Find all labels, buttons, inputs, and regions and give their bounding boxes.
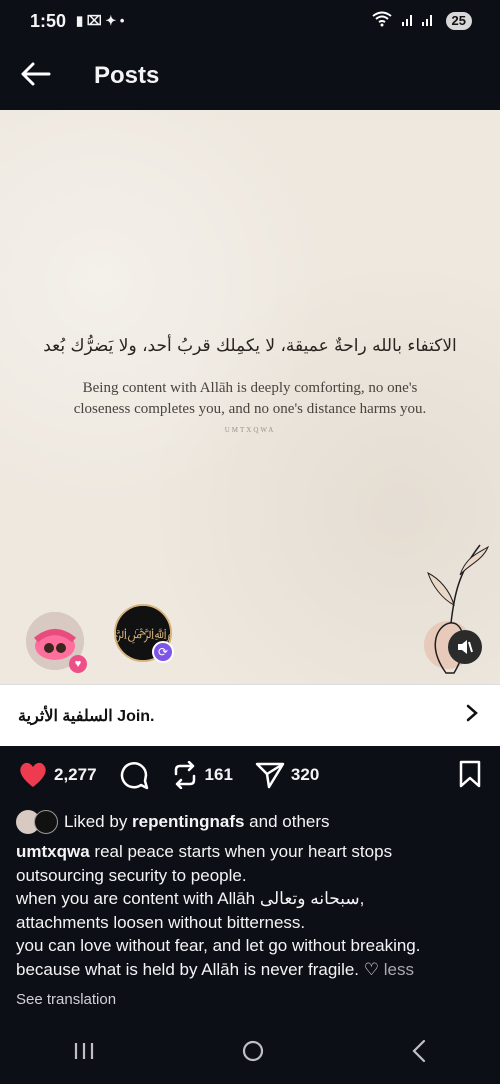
caption-line: when you are content with Allāh سبحانه و… — [16, 889, 365, 908]
comment-icon — [120, 762, 148, 790]
status-bar: 1:50 ▮ ⌧ ✦ • 25 — [0, 0, 500, 42]
liked-suffix: and others — [244, 812, 330, 831]
liked-by-row[interactable]: Liked by repentingnafs and others — [16, 808, 486, 836]
heart-badge-icon: ♥ — [69, 655, 87, 673]
home-icon[interactable] — [241, 1039, 265, 1068]
arabic-quote: الاكتفاء بالله راحةٌ عميقة، لا يكمِلك قر… — [43, 336, 457, 356]
send-icon — [255, 762, 285, 789]
caption-username[interactable]: umtxqwa — [16, 842, 90, 861]
repost-icon — [174, 761, 195, 789]
vase-illustration — [424, 544, 490, 674]
quote-line: Being content with Allāh is deeply comfo… — [82, 380, 418, 396]
liked-avatar — [34, 810, 58, 834]
caption-text: because what is held by Allāh is never f… — [16, 959, 384, 979]
header: Posts — [0, 42, 500, 110]
share-count: 320 — [290, 765, 320, 784]
battery-indicator: 25 — [445, 12, 472, 30]
navigation-bar — [0, 1022, 500, 1084]
repost-badge-icon: ⟳ — [152, 641, 174, 663]
join-label: السلفية الأثرية Join. — [18, 707, 155, 725]
chevron-right-icon — [466, 704, 478, 727]
like-button[interactable]: 2,277 — [18, 761, 97, 789]
caption-line: attachments loosen without bitterness. — [16, 912, 306, 932]
comment-button[interactable] — [119, 760, 149, 790]
back-arrow-icon[interactable] — [20, 62, 52, 91]
wifi-icon — [371, 11, 392, 32]
watermark: UMTXQWA — [224, 426, 276, 434]
caption-line: because what is held by Allāh is never f… — [16, 958, 484, 982]
quote-line: closeness completes you, and no one's di… — [73, 401, 427, 417]
heart-icon — [20, 762, 46, 787]
english-quote: Being content with Allāh is deeply comfo… — [40, 378, 460, 420]
see-translation-link[interactable]: See translation — [16, 991, 116, 1008]
like-count: 2,277 — [54, 765, 97, 784]
share-button[interactable]: 320 — [255, 761, 319, 789]
signal-icon — [400, 11, 438, 32]
repost-count: 161 — [204, 765, 233, 784]
status-time: 1:50 — [30, 10, 67, 31]
caption-line: you can love without fear, and let go wi… — [16, 936, 421, 955]
mute-icon[interactable] — [448, 630, 482, 664]
caption-line: umtxqwa real peace starts when your hear… — [16, 840, 484, 887]
less-button[interactable]: less — [384, 960, 414, 979]
liked-user[interactable]: repentingnafs — [132, 812, 244, 832]
back-icon[interactable] — [410, 1039, 428, 1068]
repost-button[interactable]: 161 — [171, 761, 233, 789]
post-actions: 2,277 161 320 — [0, 746, 500, 804]
join-community-bar[interactable]: السلفية الأثرية Join. — [0, 684, 500, 746]
caption: umtxqwa real peace starts when your hear… — [16, 840, 484, 981]
recent-apps-icon[interactable] — [72, 1041, 96, 1066]
bookmark-icon[interactable] — [458, 760, 482, 793]
page-title: Posts — [94, 62, 160, 89]
liked-prefix: Liked by — [64, 812, 133, 831]
post-image[interactable]: الاكتفاء بالله راحةٌ عميقة، لا يكمِلك قر… — [0, 110, 500, 684]
notification-icons: ▮ ⌧ ✦ • — [76, 13, 125, 28]
